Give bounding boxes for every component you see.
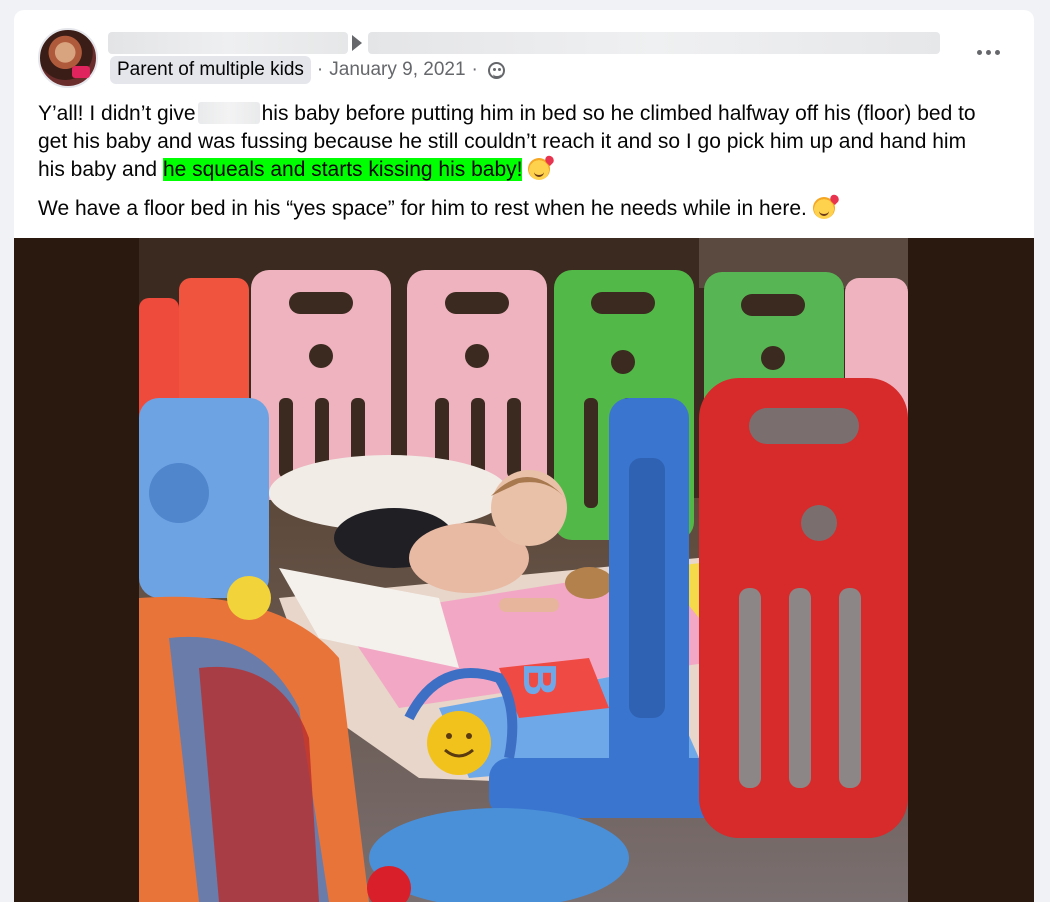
post-paragraph-2: We have a floor bed in his “yes space” f…: [38, 195, 998, 223]
meta-separator: ·: [316, 59, 324, 80]
author-name-redacted[interactable]: [108, 32, 348, 54]
paragraph-2-text: We have a floor bed in his “yes space” f…: [38, 197, 807, 220]
post-text: Y’all! I didn’t give his baby before putt…: [38, 100, 998, 234]
redacted-name: [197, 102, 260, 124]
post-card: Parent of multiple kids · January 9, 202…: [14, 10, 1034, 902]
smiling-face-with-hearts-icon: [528, 158, 551, 180]
post-date[interactable]: January 9, 2021: [329, 59, 465, 81]
fence-panel-red: [699, 378, 908, 838]
globe-icon[interactable]: [487, 61, 505, 79]
fence-panel-blue: [139, 398, 269, 598]
author-avatar[interactable]: [38, 28, 98, 88]
member-badge[interactable]: Parent of multiple kids: [110, 56, 311, 84]
post-photo[interactable]: B A: [139, 238, 908, 902]
post-paragraph-1: Y’all! I didn’t give his baby before putt…: [38, 100, 998, 184]
caret-right-icon: [352, 35, 362, 51]
meta-separator-2: ·: [471, 59, 478, 80]
mat-letter-b: B: [514, 663, 566, 696]
playpen-photo-illustration: B A: [139, 238, 908, 902]
smiling-face-with-hearts-icon: [812, 197, 835, 219]
more-options-icon[interactable]: [970, 40, 1006, 64]
highlighted-text: he squeals and starts kissing his baby!: [162, 158, 523, 181]
paragraph-1-start: Y’all! I didn’t give: [38, 102, 196, 125]
post-meta: Parent of multiple kids · January 9, 202…: [110, 56, 505, 84]
post-photo-frame[interactable]: B A: [14, 238, 1034, 902]
group-name-redacted[interactable]: [368, 32, 940, 54]
